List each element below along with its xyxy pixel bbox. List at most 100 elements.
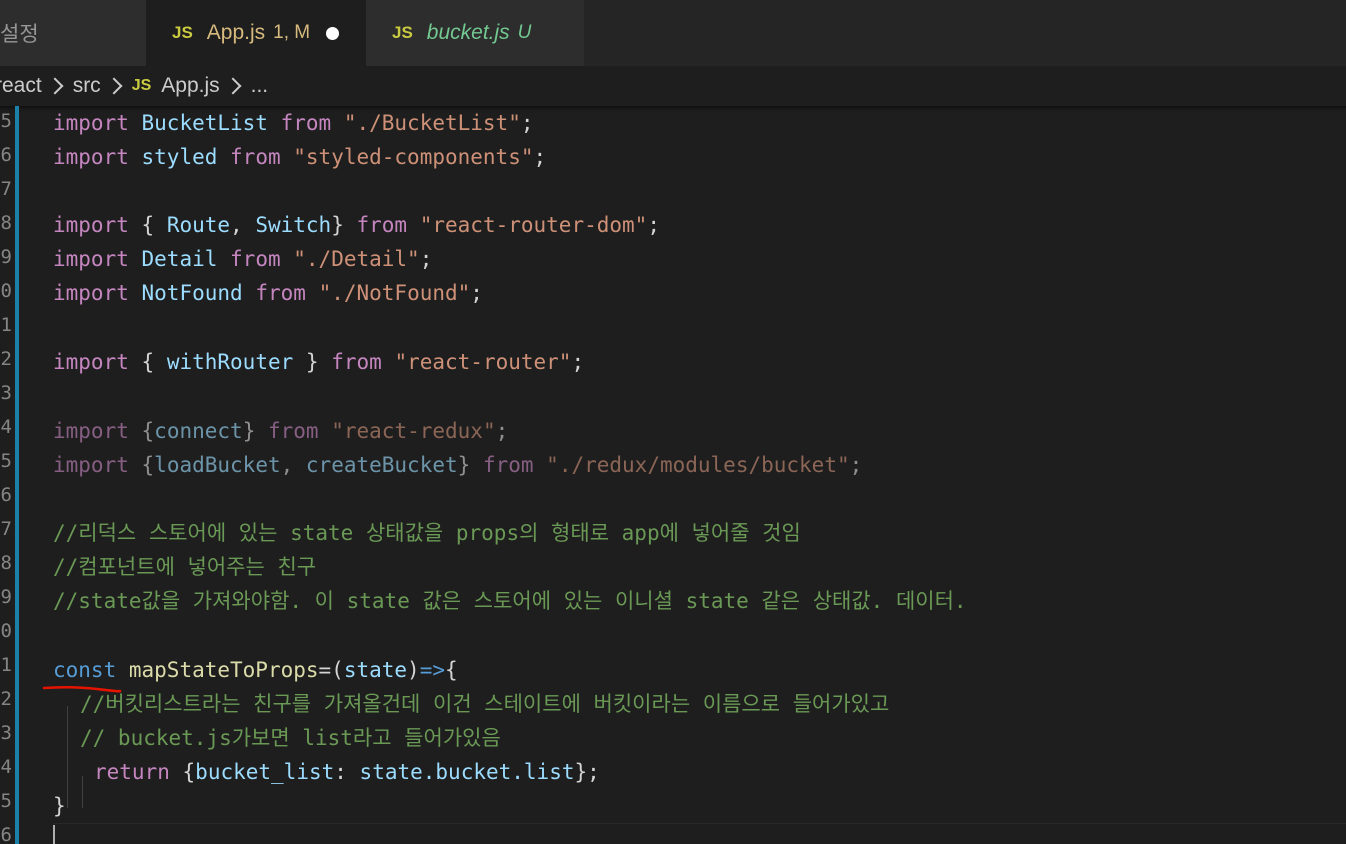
git-change-indicator[interactable] xyxy=(15,106,19,844)
code-line: return {bucket_list: state.bucket.list}; xyxy=(94,755,600,789)
code-comment: // bucket.js가보면 list라고 들어가있음 xyxy=(80,726,501,750)
code-line: import { withRouter } from "react-router… xyxy=(53,345,584,379)
identifier-token: loadBucket xyxy=(154,453,281,477)
punctuation-token: ; xyxy=(533,145,547,169)
punctuation-token: { xyxy=(141,213,167,237)
punctuation-token: ; xyxy=(495,419,509,443)
string-token: "styled-components" xyxy=(293,145,534,169)
breadcrumb-symbols[interactable]: ... xyxy=(251,74,269,98)
javascript-file-icon: JS xyxy=(131,77,152,94)
unsaved-dot-icon[interactable] xyxy=(326,26,340,40)
keyword-token: from xyxy=(280,111,332,135)
code-comment: //버킷리스트라는 친구를 가져올건데 이건 스테이트에 버킷이라는 이름으로 … xyxy=(80,692,890,716)
identifier-token: Route xyxy=(166,213,231,237)
javascript-file-icon: JS xyxy=(172,23,193,42)
punctuation-token: } xyxy=(242,419,256,443)
breadcrumb-folder-src[interactable]: src xyxy=(73,74,101,98)
keyword-token: from xyxy=(230,145,281,169)
identifier-token: connect xyxy=(154,419,243,443)
keyword-token: from xyxy=(230,247,281,271)
punctuation-token: } xyxy=(331,213,344,237)
line-number: 3 xyxy=(0,722,12,744)
string-token: "react-redux" xyxy=(331,419,496,443)
string-token: "./redux/modules/bucket" xyxy=(546,453,850,477)
string-token: "./BucketList" xyxy=(343,111,521,135)
code-line: const mapStateToProps=(state)=>{ xyxy=(53,653,458,687)
punctuation-token: { xyxy=(445,658,458,682)
punctuation-token: ; xyxy=(571,350,585,374)
punctuation-token: =( xyxy=(318,658,344,682)
breadcrumb-project[interactable]: -react xyxy=(0,74,42,98)
line-number: 6 xyxy=(0,484,12,506)
indent-guide xyxy=(82,776,83,808)
punctuation-token: } xyxy=(53,794,66,818)
identifier-token: styled xyxy=(141,145,218,169)
identifier-token: Switch xyxy=(255,213,332,237)
code-line: import NotFound from "./NotFound"; xyxy=(53,276,483,310)
tab-bucket-js[interactable]: JS bucket.js U xyxy=(366,0,584,66)
tab-app-js-label: App.js xyxy=(206,21,266,44)
string-token: "./NotFound" xyxy=(318,281,471,305)
keyword-token: import xyxy=(53,453,129,477)
tab-settings[interactable]: 설정 xyxy=(0,0,146,66)
line-number: 4 xyxy=(0,416,12,438)
punctuation-token: ; xyxy=(419,247,433,271)
function-name-token: mapStateToProps xyxy=(128,658,319,682)
line-number: 5 xyxy=(0,110,12,132)
tab-app-js[interactable]: JS App.js 1, M xyxy=(146,0,366,66)
code-line: } xyxy=(53,789,66,823)
code-editor[interactable]: 5 6 7 8 9 0 1 2 3 4 5 6 7 8 9 0 1 2 3 4 … xyxy=(0,106,1346,844)
line-number: 5 xyxy=(0,790,12,812)
punctuation-token: ; xyxy=(470,281,483,305)
keyword-token: from xyxy=(356,213,408,237)
keyword-token: import xyxy=(53,247,129,271)
line-number: 6 xyxy=(0,824,12,844)
line-number: 2 xyxy=(0,688,12,710)
arrow-token: => xyxy=(419,658,445,682)
punctuation-token: } xyxy=(293,350,319,374)
code-line: import {connect} from "react-redux"; xyxy=(53,414,508,448)
identifier-token: withRouter xyxy=(166,350,294,374)
punctuation-token: } xyxy=(457,453,471,477)
chevron-right-icon xyxy=(224,77,242,95)
punctuation-token: { xyxy=(182,760,196,784)
line-number: 3 xyxy=(0,382,12,404)
tab-settings-label: 설정 xyxy=(0,23,39,46)
parameter-token: state xyxy=(343,658,408,682)
text-cursor xyxy=(53,825,55,844)
code-line: import BucketList from "./BucketList"; xyxy=(53,106,534,140)
keyword-token: import xyxy=(53,213,129,237)
code-comment: //컴포넌트에 넣어주는 친구 xyxy=(53,555,317,579)
keyword-token: return xyxy=(94,760,170,784)
line-number: 1 xyxy=(0,314,12,336)
property-token: bucket_list xyxy=(195,760,335,784)
code-line: import styled from "styled-components"; xyxy=(53,140,546,174)
line-number: 7 xyxy=(0,518,12,540)
string-token: "react-router" xyxy=(394,350,572,374)
breadcrumb-file[interactable]: App.js xyxy=(161,74,219,98)
current-line-highlight xyxy=(53,823,1346,844)
line-number: 6 xyxy=(0,144,12,166)
line-number: 0 xyxy=(0,280,12,302)
punctuation-token: ; xyxy=(520,111,534,135)
breadcrumb: -react src JS App.js ... xyxy=(0,66,1346,106)
tab-bucket-js-label: bucket.js xyxy=(426,21,510,44)
identifier-token: createBucket xyxy=(305,453,458,477)
javascript-file-icon: JS xyxy=(392,23,413,42)
code-line: import { Route, Switch} from "react-rout… xyxy=(53,208,660,242)
punctuation-token: ) xyxy=(407,658,420,682)
tab-bucket-js-status: U xyxy=(517,22,532,43)
line-number: 9 xyxy=(0,246,12,268)
keyword-token: import xyxy=(53,145,129,169)
keyword-token: from xyxy=(255,281,306,305)
line-number: 0 xyxy=(0,620,12,642)
keyword-token: from xyxy=(268,419,319,443)
code-comment: //리덕스 스토어에 있는 state 상태값을 props의 형태로 app에… xyxy=(53,521,801,545)
code-line: import {loadBucket, createBucket} from "… xyxy=(53,448,862,482)
line-number: 4 xyxy=(0,756,12,778)
keyword-token: import xyxy=(53,111,129,135)
punctuation-token: ; xyxy=(647,213,660,237)
chevron-right-icon xyxy=(105,77,123,95)
punctuation-token: { xyxy=(141,419,155,443)
keyword-token: from xyxy=(331,350,382,374)
